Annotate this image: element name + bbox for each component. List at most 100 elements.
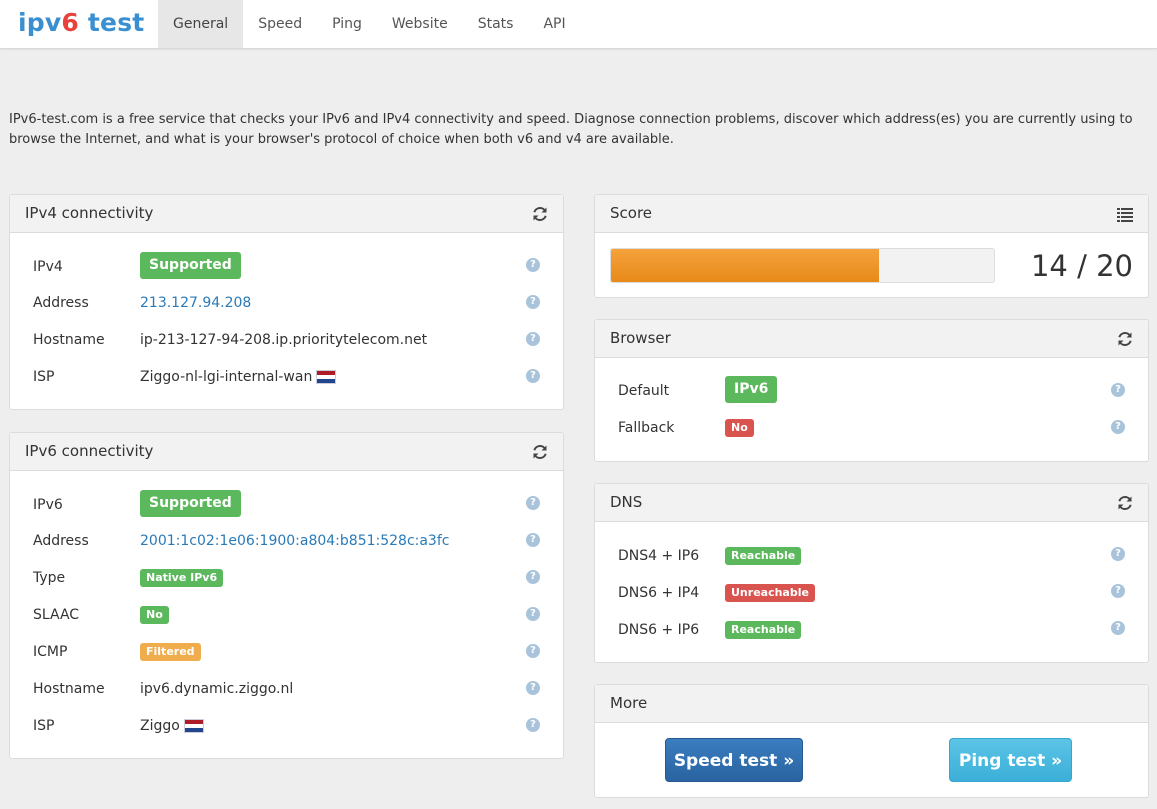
help-icon[interactable]: ? <box>1111 420 1125 434</box>
row-label: DNS6 + IP4 <box>618 585 700 601</box>
row-label: ICMP <box>33 644 68 660</box>
row-value: Ziggo-nl-lgi-internal-wan <box>140 365 337 389</box>
row-label: IPv6 <box>33 497 63 513</box>
ipv6-panel-title: IPv6 connectivity <box>25 442 154 460</box>
isp-name: Ziggo-nl-lgi-internal-wan <box>140 369 313 385</box>
row-label: Hostname <box>33 332 105 348</box>
score-panel-header: Score <box>595 195 1148 233</box>
ipv4-address-link[interactable]: 213.127.94.208 <box>140 291 251 315</box>
help-icon[interactable]: ? <box>526 607 540 621</box>
navbar: ipv6 test General Speed Ping Website Sta… <box>0 0 1157 49</box>
refresh-icon[interactable] <box>1116 494 1134 512</box>
nav-tabs: General Speed Ping Website Stats API <box>158 0 581 48</box>
score-panel: Score 14 / 20 <box>594 194 1149 298</box>
nav-ping[interactable]: Ping <box>317 0 377 48</box>
row-label: IPv4 <box>33 259 63 275</box>
help-icon[interactable]: ? <box>1111 584 1125 598</box>
browser-panel-header: Browser <box>595 320 1148 358</box>
row-label: Type <box>33 570 66 586</box>
ipv6-panel-header: IPv6 connectivity <box>10 433 563 471</box>
status-badge: Supported <box>140 252 241 279</box>
nav-website[interactable]: Website <box>377 0 463 48</box>
score-progress-fill <box>611 249 880 282</box>
score-value: 14 / 20 <box>1030 249 1133 283</box>
row-label: ISP <box>33 369 55 385</box>
row-label: ISP <box>33 718 55 734</box>
ipv6-address-link[interactable]: 2001:1c02:1e06:1900:a804:b851:528c:a3fc <box>140 529 449 553</box>
nav-api[interactable]: API <box>528 0 580 48</box>
score-panel-title: Score <box>610 204 653 222</box>
status-badge: Reachable <box>725 621 802 639</box>
row-label: Hostname <box>33 681 105 697</box>
row-label: Address <box>33 295 89 311</box>
status-badge: Unreachable <box>725 584 815 602</box>
dns-panel: DNS DNS4 + IP6 Reachable DNS6 + IP4 Unre… <box>594 483 1149 663</box>
row-value: Reachable <box>725 618 802 642</box>
speed-test-button[interactable]: Speed test » <box>665 738 803 782</box>
more-panel-header: More <box>595 685 1148 723</box>
status-badge: No <box>725 419 754 437</box>
refresh-icon[interactable] <box>1116 330 1134 348</box>
nav-general[interactable]: General <box>158 0 244 48</box>
netherlands-flag-icon <box>316 370 337 384</box>
brand-logo[interactable]: ipv6 test <box>18 6 144 40</box>
more-panel-title: More <box>610 694 648 712</box>
score-progress-bar <box>610 248 995 283</box>
row-value: No <box>140 603 169 627</box>
row-value: Unreachable <box>725 581 815 605</box>
help-icon[interactable]: ? <box>526 718 540 732</box>
help-icon[interactable]: ? <box>1111 547 1125 561</box>
help-icon[interactable]: ? <box>526 332 540 346</box>
help-icon[interactable]: ? <box>526 258 540 272</box>
isp-name: Ziggo <box>140 718 180 734</box>
refresh-icon[interactable] <box>531 205 549 223</box>
status-badge: Native IPv6 <box>140 569 224 587</box>
row-value: IPv6 <box>725 376 778 403</box>
browser-panel: Browser Default IPv6 Fallback No ? ? <box>594 319 1149 462</box>
status-badge: Reachable <box>725 547 802 565</box>
ipv4-panel-header: IPv4 connectivity <box>10 195 563 233</box>
brand-part-2: 6 <box>61 8 79 37</box>
status-badge: Filtered <box>140 643 201 661</box>
row-value: Filtered <box>140 640 201 664</box>
dns-panel-header: DNS <box>595 484 1148 522</box>
ipv6-panel: IPv6 connectivity IPv6 Supported Address… <box>9 432 564 759</box>
help-icon[interactable]: ? <box>526 570 540 584</box>
nav-speed[interactable]: Speed <box>243 0 317 48</box>
ipv4-panel: IPv4 connectivity IPv4 Supported Address… <box>9 194 564 410</box>
row-value: Supported <box>140 252 241 279</box>
brand-part-1: ipv <box>18 8 62 37</box>
row-label: SLAAC <box>33 607 80 623</box>
help-icon[interactable]: ? <box>526 369 540 383</box>
status-badge: No <box>140 606 169 624</box>
ipv4-panel-title: IPv4 connectivity <box>25 204 154 222</box>
brand-part-3: test <box>78 8 145 37</box>
row-label: Address <box>33 533 89 549</box>
intro-text: IPv6-test.com is a free service that che… <box>9 112 1133 147</box>
help-icon[interactable]: ? <box>526 644 540 658</box>
row-value: Native IPv6 <box>140 566 224 590</box>
row-value: Supported <box>140 490 241 517</box>
status-badge: IPv6 <box>725 376 778 403</box>
row-label: Fallback <box>618 420 675 436</box>
row-label: Default <box>618 383 670 399</box>
score-body: 14 / 20 <box>595 232 1148 298</box>
refresh-icon[interactable] <box>531 443 549 461</box>
help-icon[interactable]: ? <box>526 681 540 695</box>
row-value: ip-213-127-94-208.ip.prioritytelecom.net <box>140 332 428 348</box>
status-badge: Supported <box>140 490 241 517</box>
ping-test-button[interactable]: Ping test » <box>949 738 1072 782</box>
row-label: DNS4 + IP6 <box>618 548 700 564</box>
nav-stats[interactable]: Stats <box>463 0 529 48</box>
row-value: ipv6.dynamic.ziggo.nl <box>140 681 294 697</box>
help-icon[interactable]: ? <box>1111 383 1125 397</box>
list-icon[interactable] <box>1116 205 1134 223</box>
row-value: Reachable <box>725 544 802 568</box>
help-icon[interactable]: ? <box>1111 621 1125 635</box>
browser-panel-title: Browser <box>610 329 671 347</box>
help-icon[interactable]: ? <box>526 533 540 547</box>
help-icon[interactable]: ? <box>526 295 540 309</box>
help-icon[interactable]: ? <box>526 496 540 510</box>
more-panel: More Speed test » Ping test » <box>594 684 1149 798</box>
dns-panel-title: DNS <box>610 493 643 511</box>
